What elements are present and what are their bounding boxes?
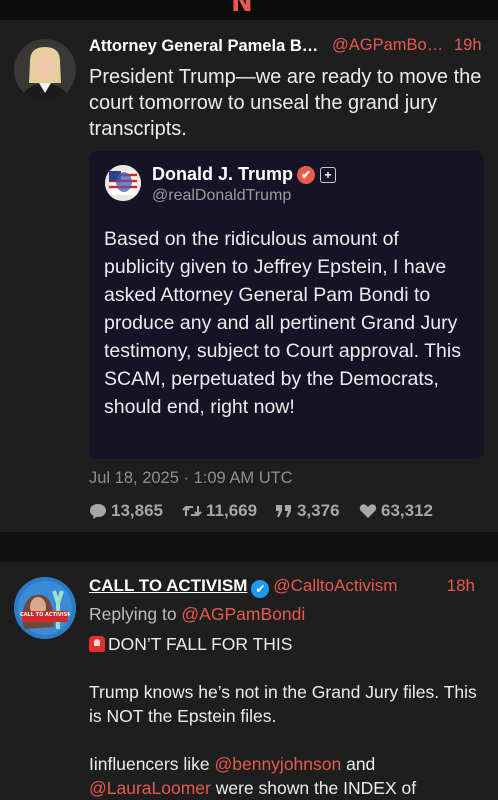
reply-stat[interactable]: 13,865	[89, 501, 163, 521]
quoted-tweet[interactable]: Donald J. Trump ✔ + @realDonaldTrump Based…	[89, 151, 484, 459]
top-bar: N	[0, 0, 498, 20]
tweet-text: President Trump—we are ready to move the…	[89, 66, 482, 140]
retweet-stat[interactable]: 11,669	[182, 501, 257, 521]
quote-author-handle[interactable]: @realDonaldTrump	[152, 187, 291, 205]
tweet-line: @LauraLoomer were shown the INDEX of	[89, 778, 417, 798]
tweet-header: CALL TO ACTIVISM ✔ @CalltoActivism 18h	[89, 576, 489, 598]
quote-author-name[interactable]: Donald J. Trump ✔ +	[152, 164, 337, 185]
quote-avatar[interactable]	[105, 165, 141, 201]
author-handle[interactable]: @CalltoActivism	[273, 576, 397, 595]
tweet-line: DON’T FALL FOR THIS	[89, 632, 484, 656]
tweet-stats: 13,865 11,669 3,376 63,312	[89, 501, 489, 525]
n-logo-icon[interactable]: N	[231, 0, 253, 18]
verified-badge-icon: ✔	[251, 580, 270, 598]
heart-icon	[359, 504, 377, 518]
tweet-card[interactable]: CALL TO ACTIVISM CALL TO ACTIVISM ✔ @Callt…	[0, 562, 498, 800]
divider	[0, 532, 498, 562]
tweet-card[interactable]: Attorney General Pamela B… @AGPamBo… 19h…	[0, 20, 498, 532]
tweet-time[interactable]: 18h	[447, 576, 475, 596]
quote-icon	[276, 505, 291, 517]
like-count: 63,312	[381, 501, 433, 520]
tweet-time[interactable]: 19h	[454, 36, 482, 55]
avatar-logo-icon	[14, 577, 76, 639]
reply-icon	[90, 504, 106, 519]
avatar-text: CALL TO ACTIVISM	[20, 612, 70, 618]
author-handle[interactable]: @AGPamBo…	[332, 36, 443, 55]
mention-link[interactable]: @bennyjohnson	[214, 754, 341, 774]
tweet-header: Attorney General Pamela B… @AGPamBo… 19h	[89, 36, 489, 60]
like-stat[interactable]: 63,312	[359, 501, 433, 521]
verified-badge-icon: ✔	[297, 166, 316, 184]
quote-stat[interactable]: 3,376	[275, 501, 340, 521]
author-name[interactable]: CALL TO ACTIVISM	[89, 576, 247, 595]
tweet-date[interactable]: Jul 18, 2025 · 1:09 AM UTC	[89, 469, 293, 488]
avatar-portrait-icon	[105, 165, 141, 201]
quote-count: 3,376	[297, 501, 340, 520]
retweet-count: 11,669	[206, 501, 258, 520]
mention-link[interactable]: @LauraLoomer	[89, 778, 211, 798]
reply-count: 13,865	[111, 501, 163, 520]
replying-to-link[interactable]: @AGPamBondi	[181, 604, 305, 624]
tweet-text: Replying to @AGPamBondi DON’T FALL FOR T…	[89, 602, 484, 800]
author-name[interactable]: Attorney General Pamela B…	[89, 37, 318, 55]
plus-icon: +	[320, 167, 337, 183]
retweet-icon	[182, 505, 202, 517]
alarm-icon	[89, 636, 105, 652]
replying-to: Replying to @AGPamBondi	[89, 604, 306, 624]
tweet-line: Trump knows he’s not in the Grand Jury f…	[89, 682, 477, 726]
avatar-portrait-icon	[14, 39, 76, 101]
quote-text: Based on the ridiculous amount of public…	[104, 228, 461, 418]
tweet-line: Iinfluencers like @bennyjohnson and	[89, 754, 376, 774]
avatar[interactable]: CALL TO ACTIVISM	[14, 577, 76, 639]
avatar[interactable]	[14, 39, 76, 101]
